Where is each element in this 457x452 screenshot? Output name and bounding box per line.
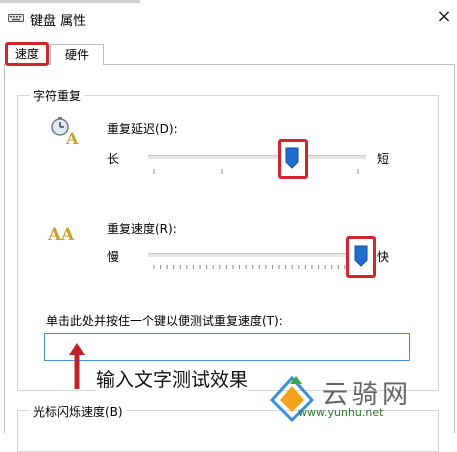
repeat-delay-icon: A <box>51 117 79 146</box>
svg-text:A: A <box>65 129 79 146</box>
repeat-rate-thumb[interactable] <box>354 245 368 267</box>
keyboard-icon <box>8 14 24 22</box>
close-button[interactable]: × <box>432 5 456 29</box>
repeat-delay-thumb[interactable] <box>285 147 299 169</box>
annotation-arrow-icon <box>69 343 85 389</box>
repeat-rate-min-label: 慢 <box>107 250 120 264</box>
repeat-delay-ticks <box>153 169 359 174</box>
cursor-blink-group-title: 光标闪烁速度(B) <box>30 403 126 420</box>
repeat-test-label: 单击此处并按住一个键以便测试重复速度(T): <box>46 314 283 328</box>
repeat-delay-label: 重复延迟(D): <box>107 122 178 136</box>
repeat-rate-max-label: 快 <box>377 250 390 264</box>
tab-speed[interactable]: 速度 <box>5 42 49 66</box>
repeat-test-input[interactable] <box>44 333 410 361</box>
tab-hardware[interactable]: 硬件 <box>50 44 104 65</box>
annotation-text: 输入文字测试效果 <box>96 365 249 392</box>
repeat-rate-track[interactable] <box>148 253 366 257</box>
svg-text:A: A <box>48 225 62 244</box>
repeat-rate-icon: A A <box>48 225 75 244</box>
repeat-delay-min-label: 长 <box>107 152 120 166</box>
watermark-url: www.yunhu.net <box>298 406 384 419</box>
repeat-delay-track[interactable] <box>148 155 366 159</box>
repeat-rate-ticks <box>153 265 359 269</box>
repeat-rate-label: 重复速度(R): <box>107 222 177 236</box>
title-bar: 键盘 属性 × <box>0 3 457 33</box>
window-title: 键盘 属性 <box>30 14 87 29</box>
repeat-delay-max-label: 短 <box>377 152 390 166</box>
svg-text:A: A <box>60 225 75 244</box>
char-repeat-group-title: 字符重复 <box>30 87 85 104</box>
